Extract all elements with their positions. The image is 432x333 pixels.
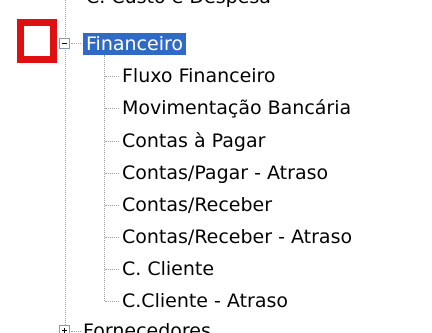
- tree-node-contas-a-pagar[interactable]: Contas à Pagar: [122, 128, 265, 154]
- tree-connector: [71, 331, 81, 332]
- tree-node-label-selected: Financeiro: [83, 33, 186, 55]
- tree-view: C. Custo e Despesa Financeiro Fluxo Fina…: [0, 0, 432, 333]
- highlight-rectangle: [17, 19, 57, 63]
- tree-connector: [105, 205, 119, 206]
- tree-node-financeiro[interactable]: Financeiro: [83, 31, 186, 57]
- tree-connector: [105, 269, 119, 270]
- tree-guide-financeiro: [104, 55, 105, 301]
- tree-node-c-cliente[interactable]: C. Cliente: [122, 256, 214, 282]
- tree-node-contas-pagar-atraso[interactable]: Contas/Pagar - Atraso: [122, 160, 328, 186]
- tree-node-fluxo-financeiro[interactable]: Fluxo Financeiro: [122, 63, 276, 89]
- tree-node-contas-receber[interactable]: Contas/Receber: [122, 192, 272, 218]
- tree-connector: [105, 141, 119, 142]
- tree-node-movimentacao-bancaria[interactable]: Movimentação Bancária: [122, 95, 351, 121]
- tree-connector: [71, 43, 81, 44]
- tree-guide-root: [65, 0, 66, 333]
- collapse-icon[interactable]: [59, 38, 70, 49]
- tree-node-contas-receber-atraso[interactable]: Contas/Receber - Atraso: [122, 224, 352, 250]
- tree-node-fornecedores[interactable]: Fornecedores: [83, 318, 211, 333]
- tree-connector: [105, 301, 119, 302]
- tree-node-custo-despesa[interactable]: C. Custo e Despesa: [86, 0, 271, 10]
- tree-connector: [105, 237, 119, 238]
- tree-node-c-cliente-atraso[interactable]: C.Cliente - Atraso: [122, 288, 288, 314]
- tree-connector: [105, 76, 119, 77]
- tree-connector: [105, 173, 119, 174]
- tree-connector: [105, 108, 119, 109]
- expand-icon[interactable]: [59, 325, 70, 333]
